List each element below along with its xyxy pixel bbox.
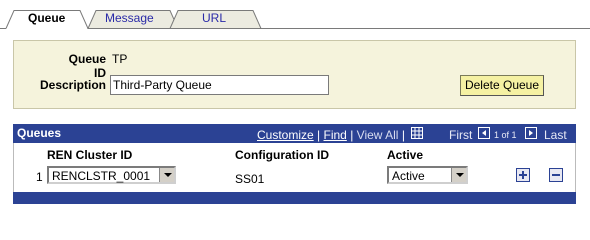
configuration-id-value: SS01 [235, 172, 265, 186]
delete-row-button[interactable] [549, 168, 563, 182]
tab-url[interactable]: URL [202, 11, 226, 25]
description-input[interactable]: Third-Party Queue [110, 75, 329, 95]
queue-id-label: Queue ID [68, 52, 106, 80]
col-active: Active [387, 148, 424, 162]
queue-header-panel: Queue ID TP Description Third-Party Queu… [13, 40, 576, 109]
minus-icon [552, 174, 560, 176]
last-label: Last [544, 128, 567, 142]
grid-header: Queues Customize | Find | View All | Fir… [13, 124, 576, 143]
col-configuration-id: Configuration ID [235, 148, 329, 162]
queue-id-value: TP [112, 52, 128, 66]
tab-message[interactable]: Message [105, 11, 154, 25]
plus-icon-vertical [522, 171, 524, 179]
queues-grid: Queues Customize | Find | View All | Fir… [13, 124, 576, 204]
add-row-button[interactable] [516, 168, 530, 182]
link-separator: | [350, 128, 354, 142]
first-label: First [449, 128, 473, 142]
delete-queue-button[interactable]: Delete Queue [460, 75, 544, 96]
row-number: 1 [36, 170, 43, 184]
tab-bar-outline [0, 10, 590, 29]
description-label: Description [39, 78, 106, 92]
next-arrow-icon[interactable] [525, 127, 537, 139]
col-ren-cluster-id: REN Cluster ID [47, 148, 133, 162]
chevron-down-icon[interactable] [159, 168, 174, 182]
chevron-down-icon[interactable] [451, 168, 466, 182]
view-all-link: View All [356, 128, 399, 142]
grid-body: REN Cluster ID Configuration ID Active 1… [13, 143, 576, 192]
grid-footer [13, 192, 576, 204]
row-range: 1 of 1 [494, 130, 517, 140]
tab-bar: Queue Message URL [0, 0, 590, 29]
link-separator: | [317, 128, 321, 142]
ren-cluster-select[interactable]: RENCLSTR_0001 [47, 166, 176, 184]
grid-download-icon[interactable] [411, 127, 423, 139]
grid-title: Queues [17, 126, 62, 140]
customize-link[interactable]: Customize [257, 128, 314, 142]
active-value: Active [392, 169, 425, 183]
find-link[interactable]: Find [324, 128, 347, 142]
tab-queue[interactable]: Queue [28, 11, 65, 25]
grid-links: Customize | Find | View All | [257, 128, 405, 142]
link-separator: | [401, 128, 405, 142]
ren-cluster-value: RENCLSTR_0001 [52, 169, 151, 183]
active-select[interactable]: Active [387, 166, 468, 184]
previous-arrow-icon[interactable] [478, 127, 490, 139]
